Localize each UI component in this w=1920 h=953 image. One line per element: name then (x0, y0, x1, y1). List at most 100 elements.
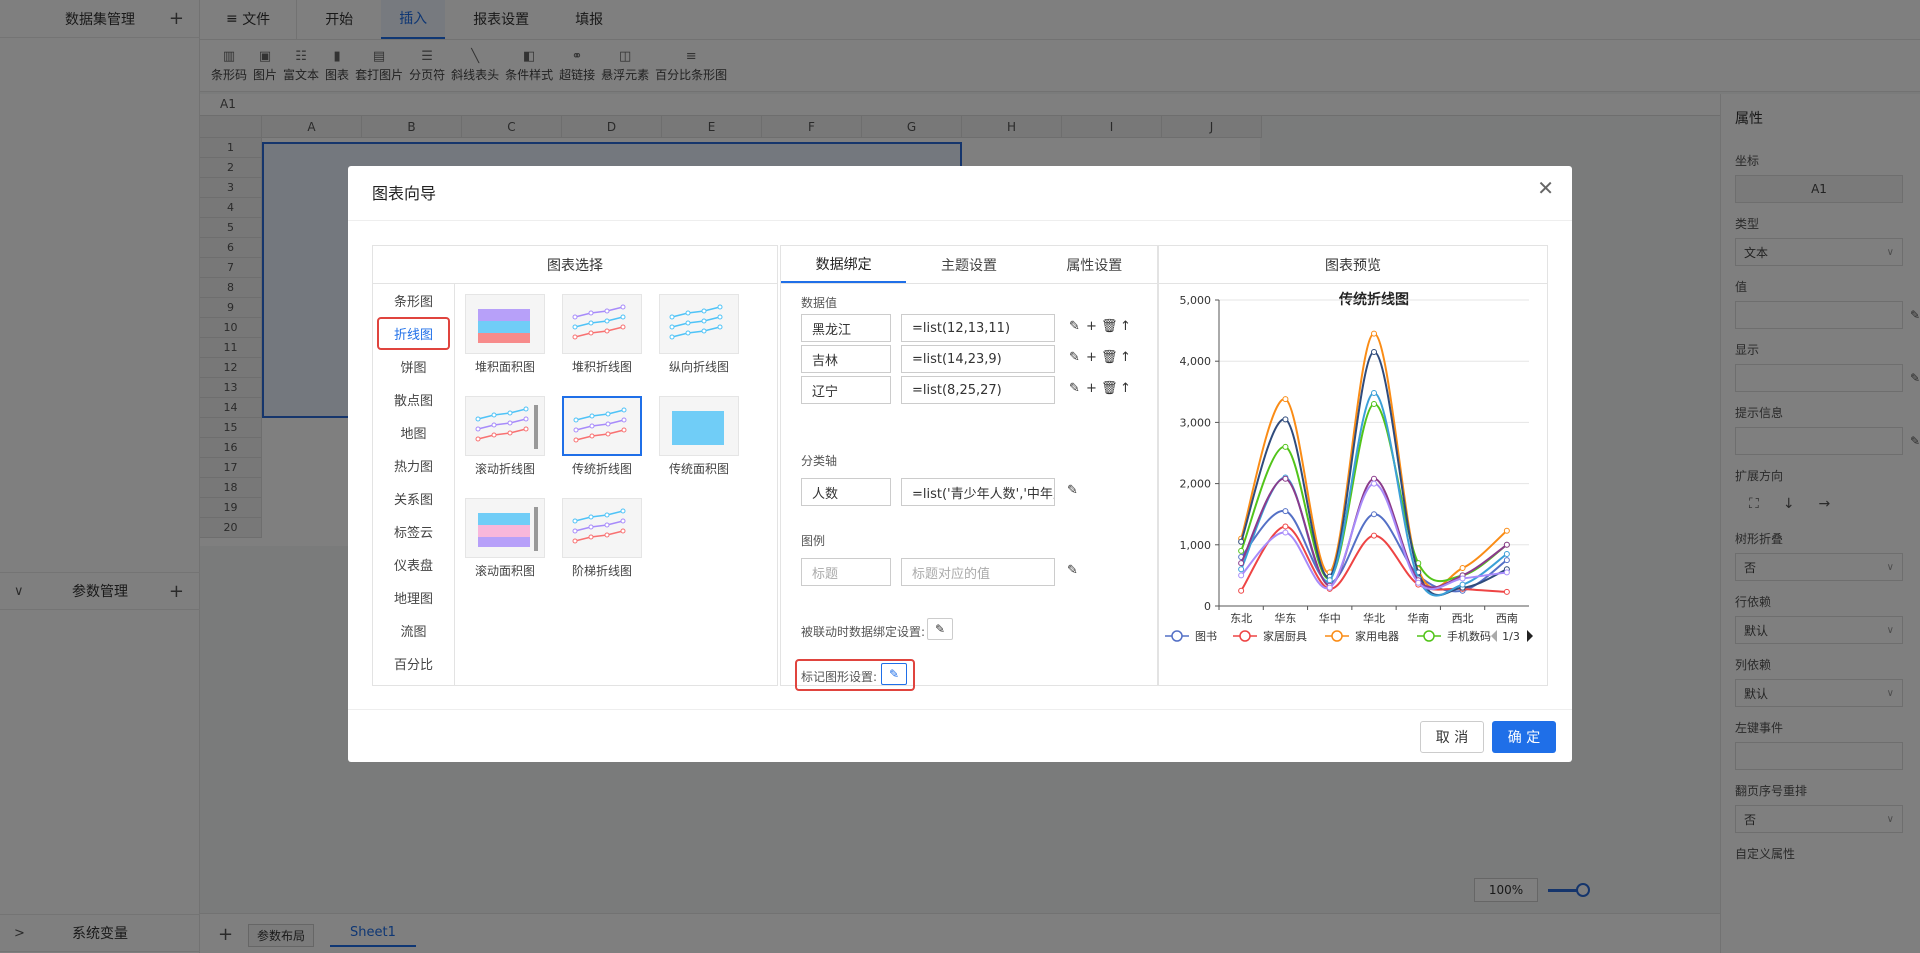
chart-thumbnail[interactable]: 传统面积图 (659, 396, 739, 477)
data-point (1371, 330, 1377, 337)
data-point (1459, 565, 1466, 572)
y-tick-label: 3,000 (1180, 416, 1212, 429)
legend-label: 家居厨具 (1263, 629, 1307, 643)
chart-category-item[interactable]: 饼图 (373, 350, 454, 383)
pencil-icon[interactable]: ✎ (1067, 319, 1084, 334)
chart-category-list: 条形图 折线图 饼图 散点图 地图 热力图 关系图 标签云 仪表盘 地理图 流图 百分比 (373, 284, 455, 685)
pencil-icon[interactable]: ✎ (1067, 483, 1080, 498)
marker-edit-button[interactable]: ✎ (881, 663, 907, 685)
legend-item[interactable]: 家居厨具 (1233, 629, 1307, 643)
data-binding-panel: 数据绑定 主题设置 属性设置 数据值 黑龙江 =list(12,13,11) ✎ + 🗑… (780, 245, 1158, 691)
chart-category-item[interactable]: 标签云 (373, 515, 454, 548)
series-expr-input[interactable]: =list(14,23,9) (901, 345, 1055, 373)
legend-label: 手机数码 (1447, 629, 1491, 643)
series-line (1238, 508, 1510, 594)
pencil-icon[interactable]: ✎ (1067, 563, 1080, 578)
tab-property-settings[interactable]: 属性设置 (1032, 246, 1157, 283)
chart-category-item[interactable]: 散点图 (373, 383, 454, 416)
legend-marker (1171, 630, 1183, 642)
pencil-icon[interactable]: ✎ (1067, 350, 1084, 365)
data-point (1282, 529, 1289, 536)
legend-item[interactable]: 家用电器 (1325, 629, 1399, 643)
chart-thumbnail-image (562, 294, 642, 354)
chart-preview-panel: 图表预览 传统折线图 0 1,000 2,000 3,000 4,000 5,000 东北 华东… (1158, 245, 1548, 686)
x-tick-label: 华北 (1363, 611, 1385, 625)
arrow-up-icon[interactable]: ↑ (1118, 319, 1135, 334)
series-expr-input[interactable]: =list(8,25,27) (901, 376, 1055, 404)
tab-data-binding[interactable]: 数据绑定 (781, 246, 907, 283)
category-expr-input[interactable]: =list('青少年人数','中年人数') (901, 478, 1055, 506)
legend-item[interactable]: 图书 (1165, 630, 1217, 643)
y-tick-label: 4,000 (1180, 355, 1212, 368)
legend-label: 图书 (1195, 630, 1217, 643)
legend-item[interactable]: 手机数码 (1417, 629, 1491, 643)
legend-next-icon[interactable] (1527, 630, 1533, 642)
chart-category-item[interactable]: 流图 (373, 614, 454, 647)
ok-button[interactable]: 确 定 (1492, 721, 1556, 753)
chart-category-item[interactable]: 热力图 (373, 449, 454, 482)
series-name-input[interactable]: 黑龙江 (801, 314, 891, 342)
data-point (1371, 390, 1377, 397)
chart-selection-panel: 图表选择 条形图 折线图 饼图 散点图 地图 热力图 关系图 标签云 仪表盘 地理图 流图 百分比 堆… (372, 245, 778, 686)
data-point (1238, 538, 1245, 545)
data-value-label: 数据值 (801, 296, 838, 310)
plus-icon[interactable]: + (1084, 381, 1101, 396)
series-line (1238, 401, 1510, 583)
preview-title: 图表预览 (1159, 246, 1547, 284)
chart-category-item[interactable]: 关系图 (373, 482, 454, 515)
trash-icon[interactable]: 🗑 (1101, 350, 1118, 365)
trash-icon[interactable]: 🗑 (1101, 381, 1118, 396)
data-point (1371, 401, 1377, 408)
series-actions: ✎ + 🗑↑ (1067, 381, 1135, 396)
legend-label: 图例 (801, 534, 826, 548)
chart-thumbnail-label: 阶梯折线图 (571, 564, 632, 578)
chart-thumbnail[interactable]: 堆积折线图 (562, 294, 642, 375)
chart-category-item[interactable]: 地图 (373, 416, 454, 449)
chart-category-item[interactable]: 地理图 (373, 581, 454, 614)
data-point (1415, 579, 1422, 586)
legend-value-input[interactable]: 标题对应的值 (901, 558, 1055, 586)
plus-icon[interactable]: + (1084, 319, 1101, 334)
chart-thumbnail[interactable]: 滚动折线图 (465, 396, 545, 477)
legend-title-input[interactable]: 标题 (801, 558, 891, 586)
chart-thumbnail-label: 滚动面积图 (474, 564, 535, 578)
chart-category-item[interactable]: 百分比 (373, 647, 454, 680)
arrow-up-icon[interactable]: ↑ (1118, 381, 1135, 396)
plus-icon[interactable]: + (1084, 350, 1101, 365)
series-expr-input[interactable]: =list(12,13,11) (901, 314, 1055, 342)
trash-icon[interactable]: 🗑 (1101, 319, 1118, 334)
cancel-button[interactable]: 取 消 (1420, 721, 1484, 753)
chart-thumbnail-label: 传统折线图 (571, 462, 632, 476)
data-point (1238, 560, 1245, 567)
chart-thumbnail[interactable]: 传统折线图 (562, 396, 642, 477)
chart-thumbnail[interactable]: 滚动面积图 (465, 498, 545, 579)
arrow-up-icon[interactable]: ↑ (1118, 350, 1135, 365)
chart-thumbnail-image (562, 498, 642, 558)
chart-thumbnail-image (465, 396, 545, 456)
close-icon[interactable]: ✕ (1537, 176, 1554, 200)
chart-category-item[interactable]: 折线图 (377, 317, 450, 350)
chart-thumbnail-label: 堆积面积图 (474, 360, 535, 374)
series-name-input[interactable]: 辽宁 (801, 376, 891, 404)
legend-marker (1239, 630, 1251, 642)
chart-category-item[interactable]: 仪表盘 (373, 548, 454, 581)
data-point (1371, 532, 1377, 539)
category-axis-label: 分类轴 (801, 454, 838, 468)
data-point (1238, 572, 1245, 579)
chart-thumbnail[interactable]: 阶梯折线图 (562, 498, 642, 579)
legend-marker (1423, 630, 1435, 642)
tab-theme-settings[interactable]: 主题设置 (906, 246, 1031, 283)
chart-thumbnail[interactable]: 纵向折线图 (659, 294, 739, 375)
data-point (1503, 541, 1510, 548)
linked-binding-edit-button[interactable]: ✎ (927, 618, 953, 640)
series-name-input[interactable]: 吉林 (801, 345, 891, 373)
data-point (1371, 475, 1377, 482)
legend-prev-icon[interactable] (1491, 630, 1497, 642)
chart-category-item[interactable]: 条形图 (373, 284, 454, 317)
series-path (1240, 510, 1508, 593)
category-name-input[interactable]: 人数 (801, 478, 891, 506)
chart-thumbnail[interactable]: 堆积面积图 (465, 294, 545, 375)
series-actions: ✎ + 🗑↑ (1067, 350, 1135, 365)
pencil-icon[interactable]: ✎ (1067, 381, 1084, 396)
x-tick-label: 西南 (1496, 612, 1518, 625)
